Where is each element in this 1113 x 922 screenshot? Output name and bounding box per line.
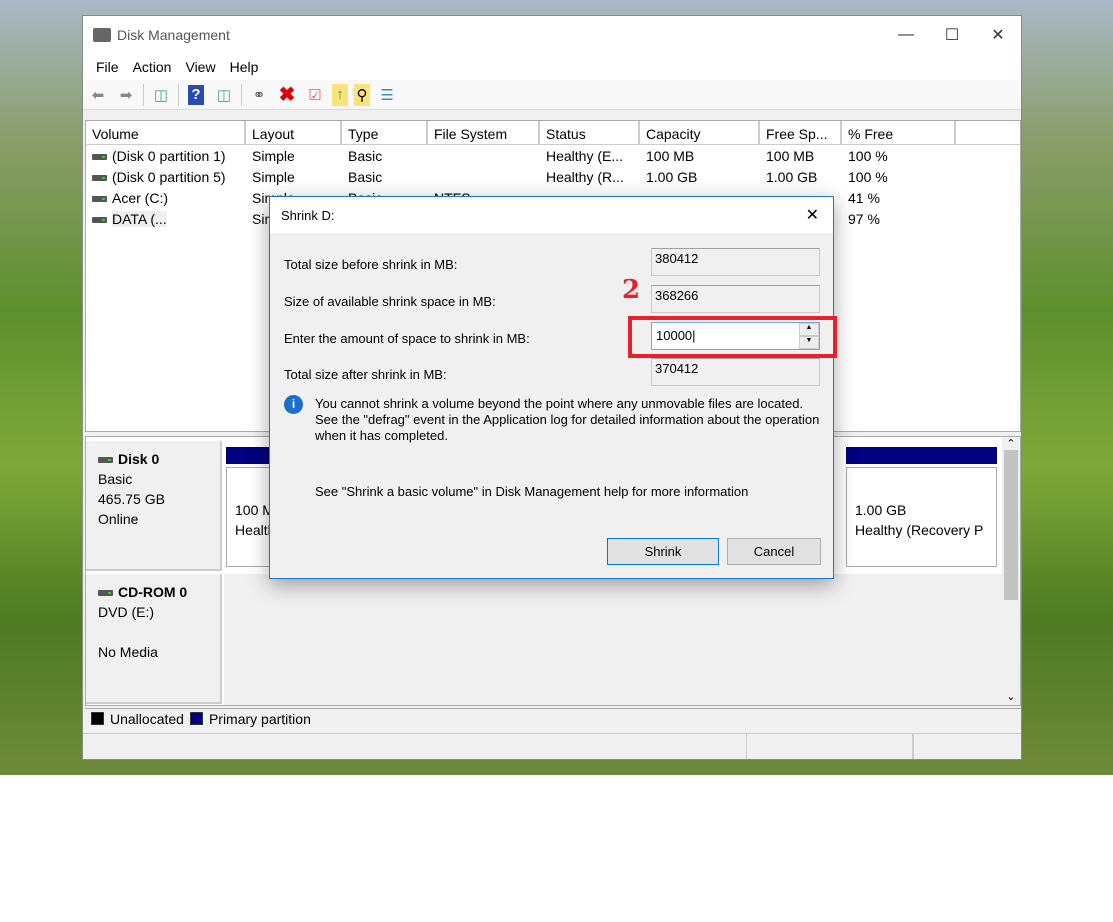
cell-volume: (Disk 0 partition 5) [86,169,246,185]
delete-icon[interactable]: ✖ [276,84,298,106]
spin-up-button[interactable]: ▲ [799,323,819,336]
list-view-icon[interactable]: ☰ [376,84,398,106]
available-space-value: 368266 [651,285,820,313]
back-icon[interactable]: ⬅ [87,84,109,106]
volume-row[interactable]: (Disk 0 partition 1) Simple Basic Healthy (… [86,145,1020,166]
status-bar [83,733,1021,759]
console-tree-icon[interactable]: ◫ [150,84,172,106]
scrollbar-thumb[interactable] [1004,450,1018,600]
menu-bar: File Action View Help [83,54,1021,80]
app-icon [93,28,111,42]
cell-volume: Acer (C:) [86,190,246,206]
disk-type: Basic [98,471,133,487]
column-layout[interactable]: Layout [246,121,342,144]
volume-row[interactable]: (Disk 0 partition 5) Simple Basic Healthy (… [86,166,1020,187]
menu-help[interactable]: Help [223,59,266,75]
cell-volume: (Disk 0 partition 1) [86,148,246,164]
drive-icon [92,195,107,202]
menu-action[interactable]: Action [126,59,179,75]
spin-down-button[interactable]: ▼ [799,336,819,349]
drive-icon [92,216,107,223]
column-type[interactable]: Type [342,121,428,144]
connect-disk-icon[interactable]: ⚭ [248,84,270,106]
disk-status: No Media [98,644,158,660]
total-after-value: 370412 [651,358,820,386]
info-icon: i [284,395,303,414]
drive-icon [92,153,107,160]
cell-pct: 41 % [848,189,880,206]
shrink-amount-input[interactable]: 10000| [651,322,820,350]
disk-status: Online [98,511,139,527]
disk-name: CD-ROM 0 [118,584,188,600]
disk-0-label[interactable]: Disk 0 Basic 465.75 GB Online [86,441,222,571]
column-capacity[interactable]: Capacity [640,121,760,144]
menu-file[interactable]: File [89,59,126,75]
cell-layout: Simple [252,168,295,185]
cell-pct: 100 % [848,147,888,164]
search-icon[interactable]: ⚲ [354,83,370,106]
shrink-dialog: Shrink D: ✕ Total size before shrink in … [269,196,837,579]
cdrom-0-label[interactable]: CD-ROM 0 DVD (E:) No Media [86,574,222,704]
total-after-label: Total size after shrink in MB: [284,367,447,382]
drive-icon [92,174,107,181]
import-icon[interactable]: ↑ [332,83,348,106]
column-percent-free[interactable]: % Free [842,121,956,144]
vertical-scrollbar[interactable]: ⌃ ⌄ [1002,437,1020,705]
disk-size: 465.75 GB [98,491,165,507]
cell-pct: 97 % [848,210,880,227]
legend: Unallocated Primary partition [85,708,1021,728]
forward-icon[interactable]: ➡ [115,84,137,106]
total-before-value: 380412 [651,248,820,276]
shrink-button[interactable]: Shrink [607,538,719,565]
column-free-space[interactable]: Free Sp... [760,121,842,144]
disk-type: DVD (E:) [98,604,154,620]
disk-name: Disk 0 [118,451,160,467]
help-text: See "Shrink a basic volume" in Disk Mana… [315,484,749,499]
dialog-close-button[interactable]: ✕ [806,205,819,225]
window-title: Disk Management [117,27,230,43]
toolbar: ⬅ ➡ ◫ ? ◫ ⚭ ✖ ☑ ↑ ⚲ ☰ [83,80,1021,110]
cell-status: Healthy (R... [546,168,624,185]
cell-volume: DATA (... [86,210,246,227]
column-status[interactable]: Status [540,121,640,144]
cell-type: Basic [348,168,383,185]
cancel-button[interactable]: Cancel [727,538,821,565]
cell-pct: 100 % [848,168,888,185]
cell-free: 100 MB [766,147,815,164]
cell-layout: Simple [252,147,295,164]
partition-status: Healthy (Recovery P [855,522,984,538]
total-before-label: Total size before shrink in MB: [284,257,458,272]
info-text: You cannot shrink a volume beyond the po… [315,396,820,443]
step-annotation: 2 [622,275,641,305]
help-icon[interactable]: ? [185,84,207,106]
cell-capacity: 100 MB [646,147,695,164]
title-bar: Disk Management — ☐ ✕ [83,16,1021,54]
cell-capacity: 1.00 GB [646,168,698,185]
partition-size: 1.00 GB [855,502,907,518]
menu-view[interactable]: View [178,59,222,75]
legend-primary-partition: Primary partition [208,710,311,727]
cell-type: Basic [348,147,383,164]
cell-free: 1.00 GB [766,168,818,185]
column-volume[interactable]: Volume [86,121,246,144]
partition-recovery[interactable]: 1.00 GB Healthy (Recovery P [846,447,997,567]
available-space-label: Size of available shrink space in MB: [284,294,496,309]
cell-status: Healthy (E... [546,147,624,164]
properties-icon[interactable]: ☑ [304,84,326,106]
column-file-system[interactable]: File System [428,121,540,144]
legend-unallocated: Unallocated [110,710,184,727]
close-button[interactable]: ✕ [975,16,1021,54]
minimize-button[interactable]: — [883,16,929,54]
dialog-title: Shrink D: [281,207,335,223]
volume-list-header: Volume Layout Type File System Status Ca… [86,121,1020,145]
action-pane-icon[interactable]: ◫ [213,84,235,106]
maximize-button[interactable]: ☐ [929,16,975,54]
shrink-amount-label: Enter the amount of space to shrink in M… [284,331,530,346]
